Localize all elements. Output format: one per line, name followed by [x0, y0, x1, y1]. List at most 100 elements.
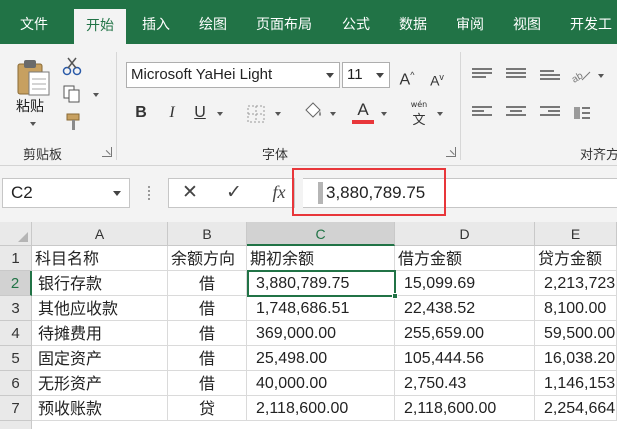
- row-header-4[interactable]: 4: [0, 321, 32, 346]
- cell-c3[interactable]: 1,748,686.51: [247, 296, 395, 321]
- row-header-2[interactable]: 2: [0, 271, 32, 296]
- formula-bar-grip-icon[interactable]: [148, 186, 151, 200]
- tab-insert[interactable]: 插入: [142, 0, 170, 44]
- column-header-e[interactable]: E: [535, 222, 617, 246]
- cell-e5[interactable]: 16,038.20: [535, 346, 617, 371]
- borders-icon[interactable]: [246, 104, 266, 124]
- row-header-6[interactable]: 6: [0, 371, 32, 396]
- cell-c6[interactable]: 40,000.00: [247, 371, 395, 396]
- cell-d3[interactable]: 22,438.52: [395, 296, 535, 321]
- bold-button[interactable]: B: [133, 102, 149, 124]
- column-header-c[interactable]: C: [247, 222, 395, 246]
- cell-c7[interactable]: 2,118,600.00: [247, 396, 395, 421]
- align-top-icon[interactable]: [472, 68, 492, 82]
- cell-d7[interactable]: 2,118,600.00: [395, 396, 535, 421]
- tab-data[interactable]: 数据: [399, 0, 427, 44]
- copy-icon[interactable]: [62, 84, 82, 104]
- cell-b7[interactable]: 贷: [168, 396, 247, 421]
- font-color-dropdown-arrow[interactable]: [381, 112, 387, 116]
- tab-view[interactable]: 视图: [513, 0, 541, 44]
- align-bottom-icon[interactable]: [540, 70, 560, 84]
- ribbon-separator: [116, 52, 117, 160]
- row-header-3[interactable]: 3: [0, 296, 32, 321]
- cancel-button[interactable]: ✕: [180, 181, 200, 203]
- insert-function-button[interactable]: fx: [268, 182, 290, 203]
- cell-b2[interactable]: 借: [168, 271, 247, 296]
- align-right-icon[interactable]: [540, 106, 560, 120]
- column-header-a[interactable]: A: [32, 222, 168, 246]
- cell-d2[interactable]: 15,099.69: [395, 271, 535, 296]
- row-header-1[interactable]: 1: [0, 246, 32, 271]
- select-all-button[interactable]: [0, 222, 32, 246]
- cell-d4[interactable]: 255,659.00: [395, 321, 535, 346]
- borders-dropdown-arrow[interactable]: [275, 112, 281, 116]
- tab-formulas[interactable]: 公式: [342, 0, 370, 44]
- cell-d6[interactable]: 2,750.43: [395, 371, 535, 396]
- phonetic-button[interactable]: wén 文: [408, 100, 430, 128]
- cell-e6[interactable]: 1,146,153.: [535, 371, 617, 396]
- font-size-select[interactable]: 11: [342, 62, 390, 88]
- cell-b4[interactable]: 借: [168, 321, 247, 346]
- clipboard-group-label: 剪贴板: [23, 148, 63, 163]
- shrink-font-button[interactable]: Av: [428, 66, 446, 92]
- decrease-indent-icon[interactable]: [572, 104, 592, 122]
- orientation-icon[interactable]: ab: [570, 66, 592, 84]
- column-header-d[interactable]: D: [395, 222, 535, 246]
- column-header-b[interactable]: B: [168, 222, 247, 246]
- tab-home[interactable]: 开始: [74, 9, 126, 44]
- fill-handle[interactable]: [392, 293, 398, 299]
- font-launcher-icon[interactable]: [446, 147, 456, 157]
- row-header-5[interactable]: 5: [0, 346, 32, 371]
- copy-dropdown-arrow[interactable]: [93, 93, 99, 97]
- svg-text:ab: ab: [570, 70, 585, 84]
- cell-a5[interactable]: 固定资产: [32, 346, 168, 371]
- chevron-down-icon: [376, 73, 384, 78]
- cell-c5[interactable]: 25,498.00: [247, 346, 395, 371]
- cell-a1[interactable]: 科目名称: [32, 246, 168, 271]
- cell-c4[interactable]: 369,000.00: [247, 321, 395, 346]
- clipboard-launcher-icon[interactable]: [102, 147, 112, 157]
- font-name-select[interactable]: Microsoft YaHei Light: [126, 62, 340, 88]
- cell-b1[interactable]: 余额方向: [168, 246, 247, 271]
- enter-button[interactable]: ✓: [224, 181, 244, 203]
- row-header-8[interactable]: [0, 421, 32, 429]
- cell-a6[interactable]: 无形资产: [32, 371, 168, 396]
- cell-a7[interactable]: 预收账款: [32, 396, 168, 421]
- cell-b5[interactable]: 借: [168, 346, 247, 371]
- orientation-dropdown-arrow[interactable]: [598, 74, 604, 78]
- align-left-icon[interactable]: [472, 106, 492, 120]
- cell-a2[interactable]: 银行存款: [32, 271, 168, 296]
- cell-e4[interactable]: 59,500.00: [535, 321, 617, 346]
- font-color-button[interactable]: A: [352, 100, 374, 126]
- underline-button[interactable]: U: [192, 102, 208, 124]
- tab-developer[interactable]: 开发工: [570, 0, 612, 44]
- cell-a4[interactable]: 待摊费用: [32, 321, 168, 346]
- cell-e7[interactable]: 2,254,664: [535, 396, 617, 421]
- cell-c1[interactable]: 期初余额: [247, 246, 395, 271]
- fill-color-icon[interactable]: [302, 100, 324, 122]
- cell-b6[interactable]: 借: [168, 371, 247, 396]
- cell-e2[interactable]: 2,213,723: [535, 271, 617, 296]
- underline-dropdown-arrow[interactable]: [217, 112, 223, 116]
- paste-button[interactable]: 粘贴: [12, 56, 54, 132]
- tab-page-layout[interactable]: 页面布局: [256, 0, 312, 44]
- name-box[interactable]: C2: [2, 178, 130, 208]
- tab-draw[interactable]: 绘图: [199, 0, 227, 44]
- tab-review[interactable]: 审阅: [456, 0, 484, 44]
- cell-d1[interactable]: 借方金额: [395, 246, 535, 271]
- row-header-7[interactable]: 7: [0, 396, 32, 421]
- cell-d5[interactable]: 105,444.56: [395, 346, 535, 371]
- cell-a3[interactable]: 其他应收款: [32, 296, 168, 321]
- cell-e3[interactable]: 8,100.00: [535, 296, 617, 321]
- format-painter-icon[interactable]: [64, 112, 84, 132]
- cell-e1[interactable]: 贷方金额: [535, 246, 617, 271]
- fill-color-dropdown-arrow[interactable]: [330, 112, 336, 116]
- cell-b3[interactable]: 借: [168, 296, 247, 321]
- italic-button[interactable]: I: [164, 102, 180, 124]
- align-center-icon[interactable]: [506, 106, 526, 120]
- cut-icon[interactable]: [62, 56, 82, 76]
- phonetic-dropdown-arrow[interactable]: [437, 112, 443, 116]
- align-middle-icon[interactable]: [506, 68, 526, 82]
- tab-file[interactable]: 文件: [20, 0, 48, 44]
- grow-font-button[interactable]: A^: [398, 64, 416, 91]
